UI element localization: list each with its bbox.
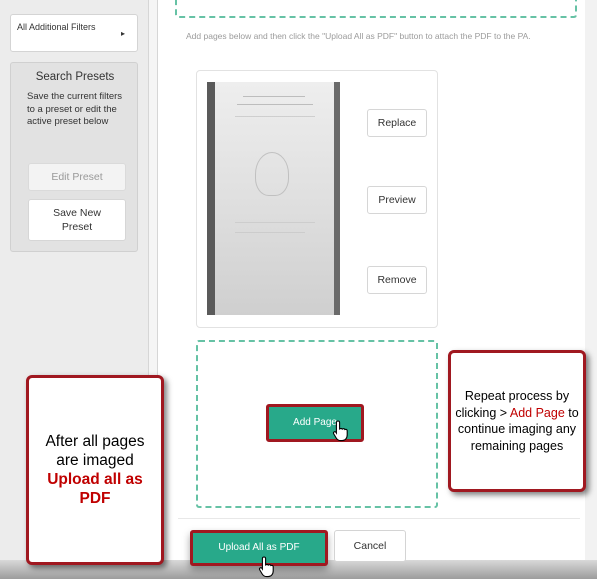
repeat-callout-highlight: Add Page xyxy=(509,405,565,420)
search-presets-description: Save the current filters to a preset or … xyxy=(27,91,123,127)
search-presets-panel: Search Presets Save the current filters … xyxy=(10,62,138,252)
upload-instruction: Add pages below and then click the "Uplo… xyxy=(186,31,531,41)
save-new-preset-button[interactable]: Save New Preset xyxy=(28,199,126,241)
repeat-callout-text: Repeat process by clicking > Add Page to… xyxy=(455,388,579,454)
upload-callout-highlight: Upload all as PDF xyxy=(47,471,143,507)
document-text-line xyxy=(235,116,315,117)
right-scroll-gutter[interactable] xyxy=(585,0,597,579)
search-presets-title: Search Presets xyxy=(35,71,115,83)
document-text-line xyxy=(237,104,313,105)
upload-callout: After all pages are imaged Upload all as… xyxy=(26,375,164,565)
scanned-page-thumbnail xyxy=(207,82,340,315)
remove-button[interactable]: Remove xyxy=(367,266,427,294)
caret-right-icon: ▸ xyxy=(120,29,125,38)
filters-button-label: All Additional Filters xyxy=(17,22,96,32)
repeat-process-callout: Repeat process by clicking > Add Page to… xyxy=(448,350,586,492)
edit-preset-button[interactable]: Edit Preset xyxy=(28,163,126,191)
replace-button[interactable]: Replace xyxy=(367,109,427,137)
hand-pointer-icon xyxy=(258,556,274,578)
document-paper xyxy=(215,82,334,315)
save-new-preset-label: Save New Preset xyxy=(53,207,101,233)
previous-drop-zone xyxy=(175,0,577,18)
document-text-line xyxy=(235,222,315,223)
upload-callout-text: After all pages are imaged Upload all as… xyxy=(35,432,155,508)
document-header-line xyxy=(243,96,305,97)
footer-divider xyxy=(178,518,580,519)
all-additional-filters-button[interactable]: All Additional Filters ▸ xyxy=(10,14,138,52)
cancel-button[interactable]: Cancel xyxy=(334,530,406,562)
preview-button[interactable]: Preview xyxy=(367,186,427,214)
document-seal-graphic xyxy=(255,152,289,196)
upload-callout-line: After all pages are imaged xyxy=(45,433,145,469)
document-text-line xyxy=(235,232,305,233)
hand-pointer-icon xyxy=(332,420,348,442)
